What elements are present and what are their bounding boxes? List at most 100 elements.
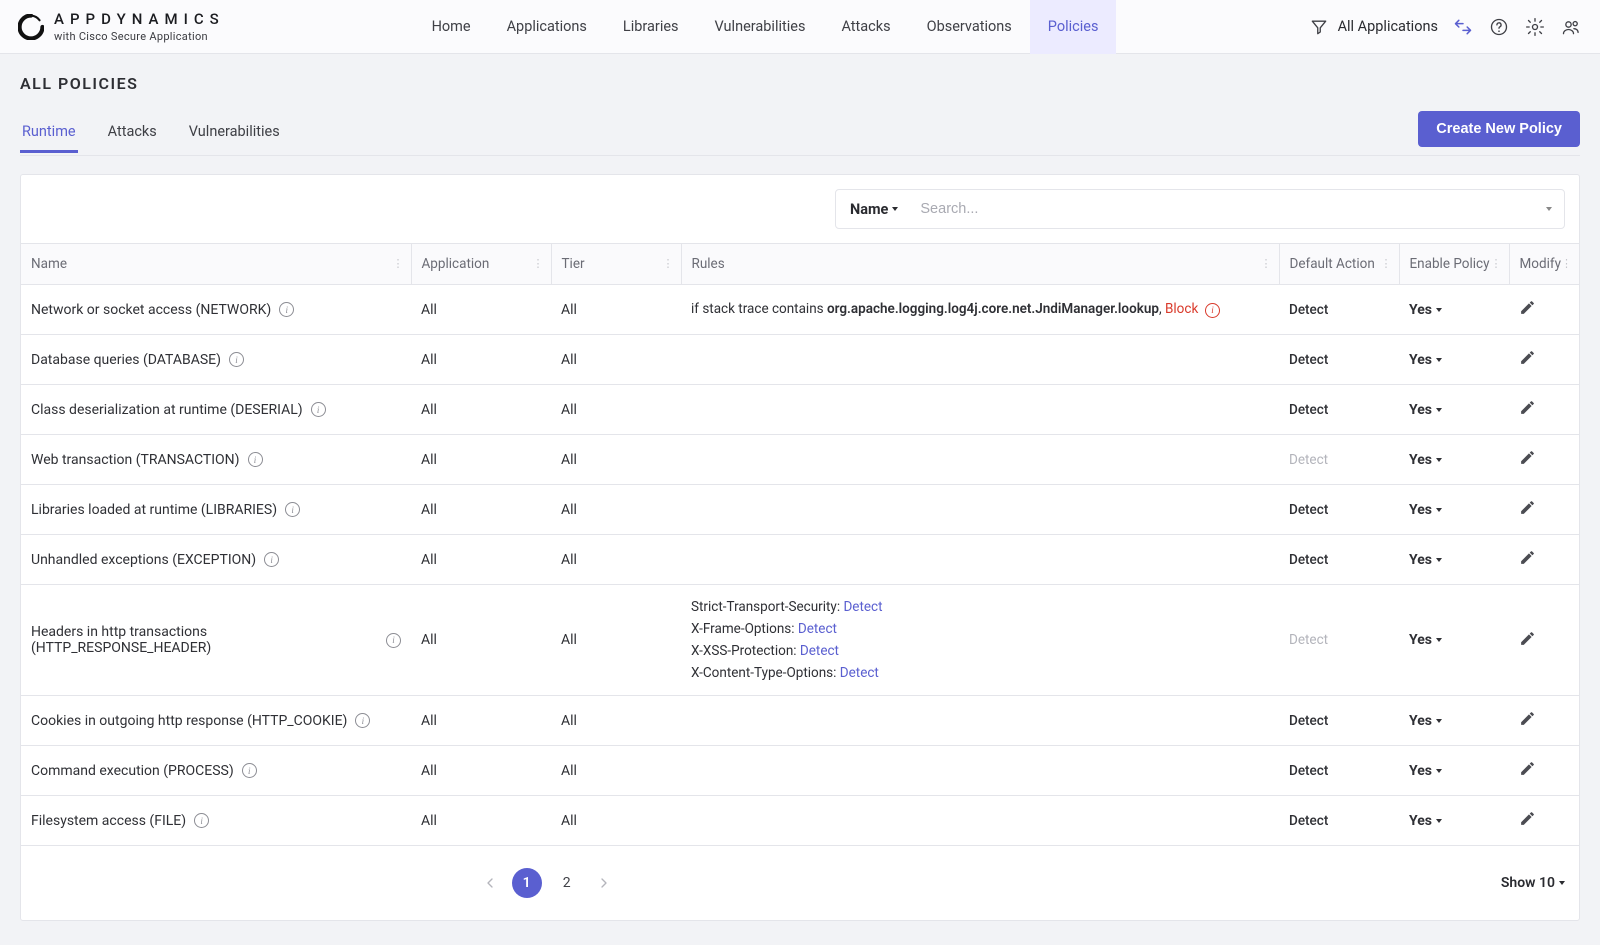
info-icon[interactable]: i — [242, 763, 257, 778]
users-icon[interactable] — [1560, 16, 1582, 38]
policy-application: All — [411, 746, 551, 796]
nav-item-observations[interactable]: Observations — [909, 0, 1030, 54]
policy-name: Web transaction (TRANSACTION) — [31, 452, 240, 468]
enable-policy-toggle[interactable]: Yes — [1409, 402, 1499, 418]
policy-rules — [681, 335, 1279, 385]
caret-down-icon — [1436, 819, 1442, 823]
pagination-page[interactable]: 1 — [512, 868, 542, 898]
edit-policy-button[interactable] — [1519, 399, 1536, 416]
policy-tier: All — [551, 485, 681, 535]
column-header[interactable]: Enable Policy⋮ — [1399, 244, 1509, 285]
edit-policy-button[interactable] — [1519, 349, 1536, 366]
column-grip-icon[interactable]: ⋮ — [1381, 262, 1393, 266]
policy-name: Class deserialization at runtime (DESERI… — [31, 402, 303, 418]
pagination-prev[interactable] — [478, 875, 502, 891]
rule-action-link[interactable]: Detect — [843, 599, 882, 615]
column-grip-icon[interactable]: ⋮ — [1491, 262, 1503, 266]
edit-policy-button[interactable] — [1519, 449, 1536, 466]
nav-item-attacks[interactable]: Attacks — [823, 0, 908, 54]
policy-tier: All — [551, 535, 681, 585]
column-grip-icon[interactable]: ⋮ — [393, 262, 405, 266]
rule-action-link[interactable]: Detect — [798, 621, 837, 637]
table-row: Filesystem access (FILE)iAllAllDetectYes — [21, 796, 1579, 846]
tab-attacks[interactable]: Attacks — [106, 113, 159, 153]
enable-policy-toggle[interactable]: Yes — [1409, 713, 1499, 729]
policy-application: All — [411, 385, 551, 435]
column-header[interactable]: Modify⋮ — [1509, 244, 1579, 285]
policy-rules — [681, 696, 1279, 746]
policy-application: All — [411, 585, 551, 696]
edit-policy-button[interactable] — [1519, 760, 1536, 777]
info-icon[interactable]: i — [355, 713, 370, 728]
enable-policy-toggle[interactable]: Yes — [1409, 552, 1499, 568]
enable-policy-toggle[interactable]: Yes — [1409, 352, 1499, 368]
page-size-selector[interactable]: Show 10 — [1501, 875, 1565, 891]
info-icon[interactable]: i — [264, 552, 279, 567]
edit-policy-button[interactable] — [1519, 499, 1536, 516]
caret-down-icon — [1436, 508, 1442, 512]
policy-application: All — [411, 535, 551, 585]
nav-item-libraries[interactable]: Libraries — [605, 0, 697, 54]
nav-item-home[interactable]: Home — [414, 0, 489, 54]
nav-item-policies[interactable]: Policies — [1030, 0, 1117, 54]
app-scope-selector[interactable]: All Applications — [1308, 16, 1438, 38]
column-header[interactable]: Application⋮ — [411, 244, 551, 285]
compare-icon[interactable] — [1452, 16, 1474, 38]
warning-icon[interactable]: i — [1205, 303, 1220, 318]
search-expand-caret[interactable] — [1534, 207, 1564, 211]
search-field-selector[interactable]: Name — [836, 201, 912, 218]
edit-policy-button[interactable] — [1519, 549, 1536, 566]
pagination-next[interactable] — [592, 875, 616, 891]
pagination-page[interactable]: 2 — [552, 868, 582, 898]
info-icon[interactable]: i — [285, 502, 300, 517]
enable-policy-toggle[interactable]: Yes — [1409, 632, 1499, 648]
edit-policy-button[interactable] — [1519, 710, 1536, 727]
edit-policy-button[interactable] — [1519, 810, 1536, 827]
column-grip-icon[interactable]: ⋮ — [1561, 262, 1573, 266]
table-row: Unhandled exceptions (EXCEPTION)iAllAllD… — [21, 535, 1579, 585]
create-policy-button[interactable]: Create New Policy — [1418, 111, 1580, 147]
enable-policy-toggle[interactable]: Yes — [1409, 502, 1499, 518]
policy-name: Database queries (DATABASE) — [31, 352, 221, 368]
enable-policy-toggle[interactable]: Yes — [1409, 763, 1499, 779]
nav-item-vulnerabilities[interactable]: Vulnerabilities — [697, 0, 824, 54]
policy-tier: All — [551, 435, 681, 485]
tab-vulnerabilities[interactable]: Vulnerabilities — [187, 113, 282, 153]
policy-application: All — [411, 696, 551, 746]
policy-rules — [681, 746, 1279, 796]
column-grip-icon[interactable]: ⋮ — [533, 262, 545, 266]
search-field-label: Name — [850, 201, 888, 218]
table-row: Web transaction (TRANSACTION)iAllAllDete… — [21, 435, 1579, 485]
help-icon[interactable] — [1488, 16, 1510, 38]
caret-down-icon — [1436, 358, 1442, 362]
page-size-label: Show 10 — [1501, 875, 1555, 891]
rule-action-link[interactable]: Detect — [840, 665, 879, 681]
info-icon[interactable]: i — [311, 402, 326, 417]
rule-action-link[interactable]: Detect — [800, 643, 839, 659]
column-header[interactable]: Rules⋮ — [681, 244, 1279, 285]
enable-policy-toggle[interactable]: Yes — [1409, 452, 1499, 468]
info-icon[interactable]: i — [279, 302, 294, 317]
enable-policy-toggle[interactable]: Yes — [1409, 302, 1499, 318]
edit-policy-button[interactable] — [1519, 630, 1536, 647]
column-header[interactable]: Default Action⋮ — [1279, 244, 1399, 285]
enable-policy-toggle[interactable]: Yes — [1409, 813, 1499, 829]
policy-rules — [681, 535, 1279, 585]
nav-item-applications[interactable]: Applications — [489, 0, 605, 54]
search-input[interactable] — [912, 190, 1534, 228]
info-icon[interactable]: i — [386, 633, 401, 648]
edit-policy-button[interactable] — [1519, 299, 1536, 316]
info-icon[interactable]: i — [194, 813, 209, 828]
brand-title: APPDYNAMICS — [54, 12, 225, 27]
column-grip-icon[interactable]: ⋮ — [1261, 262, 1273, 266]
info-icon[interactable]: i — [229, 352, 244, 367]
column-header[interactable]: Name⋮ — [21, 244, 411, 285]
tab-runtime[interactable]: Runtime — [20, 113, 78, 153]
info-icon[interactable]: i — [248, 452, 263, 467]
policy-rules: if stack trace contains org.apache.loggi… — [681, 285, 1279, 335]
gear-icon[interactable] — [1524, 16, 1546, 38]
column-grip-icon[interactable]: ⋮ — [663, 262, 675, 266]
column-header[interactable]: Tier⋮ — [551, 244, 681, 285]
top-bar: APPDYNAMICS with Cisco Secure Applicatio… — [0, 0, 1600, 54]
brand-logo-icon — [18, 14, 44, 40]
